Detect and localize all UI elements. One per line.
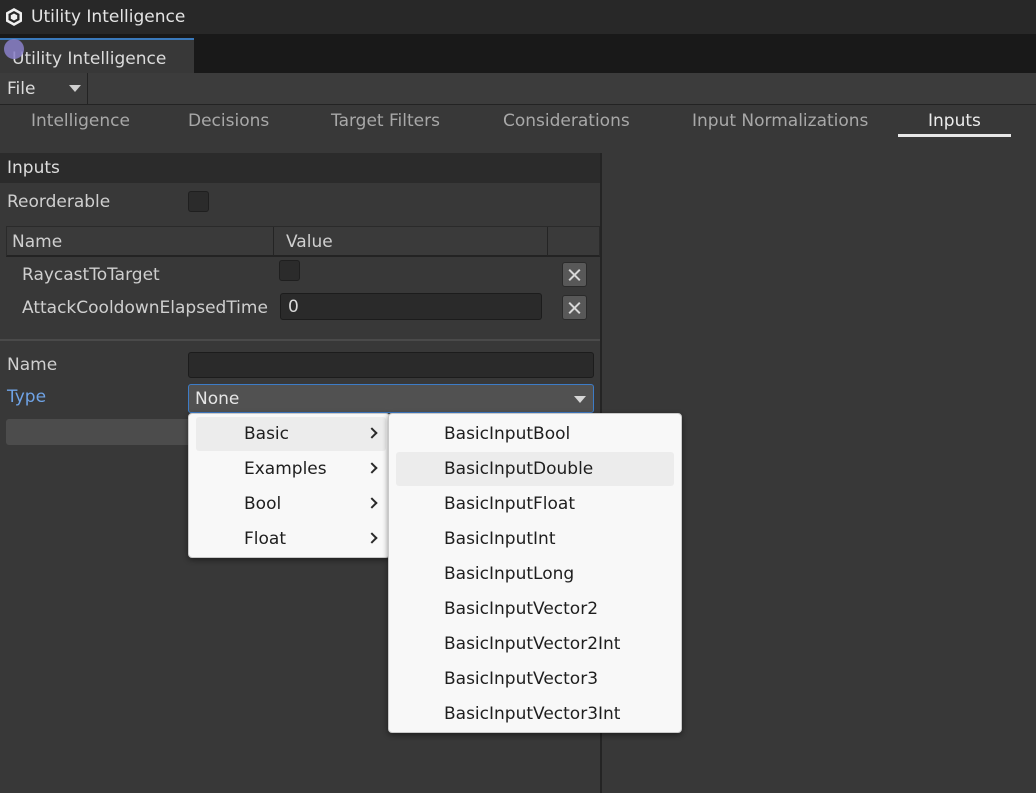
inputs-section-header: Inputs xyxy=(0,153,600,183)
menu-item-label: BasicInputLong xyxy=(444,564,575,584)
menu-item-label: Basic xyxy=(244,424,290,444)
remove-row-button[interactable] xyxy=(562,262,587,287)
divider xyxy=(0,339,600,341)
menu-item-examples[interactable]: Examples xyxy=(196,452,386,486)
menu-item-float[interactable]: Float xyxy=(196,522,386,556)
menu-item-label: BasicInputVector2Int xyxy=(444,634,621,654)
menu-item-basic[interactable]: Basic xyxy=(196,417,386,451)
chevron-down-icon xyxy=(69,85,81,92)
tab-target-filters[interactable]: Target Filters xyxy=(331,111,440,131)
remove-row-button[interactable] xyxy=(562,295,587,320)
menu-item-basic-input-int[interactable]: BasicInputInt xyxy=(396,522,674,556)
name-label: Name xyxy=(7,355,58,375)
menu-item-label: BasicInputFloat xyxy=(444,494,576,514)
tab-inputs[interactable]: Inputs xyxy=(928,111,981,131)
basic-submenu: BasicInputBool BasicInputDouble BasicInp… xyxy=(388,413,682,733)
field-value: 0 xyxy=(288,296,299,317)
menu-item-label: Examples xyxy=(244,459,327,479)
menu-item-label: BasicInputVector3 xyxy=(444,669,599,689)
chevron-down-icon xyxy=(574,396,586,403)
row-name: AttackCooldownElapsedTime xyxy=(22,298,268,318)
type-dropdown[interactable]: None xyxy=(188,384,594,413)
type-label: Type xyxy=(7,387,47,407)
attack-cooldown-value-field[interactable]: 0 xyxy=(280,293,542,320)
reorderable-label: Reorderable xyxy=(7,192,111,212)
file-menu-button[interactable]: File xyxy=(0,73,88,104)
raycast-value-checkbox[interactable] xyxy=(279,260,300,281)
column-header-value: Value xyxy=(286,232,333,252)
menu-item-basic-input-vector2int[interactable]: BasicInputVector2Int xyxy=(396,627,674,661)
reorderable-checkbox[interactable] xyxy=(188,191,209,212)
chevron-right-icon xyxy=(366,462,378,474)
cursor-indicator-icon xyxy=(4,39,24,59)
chevron-right-icon xyxy=(366,532,378,544)
row-name: RaycastToTarget xyxy=(22,265,160,285)
window-title: Utility Intelligence xyxy=(31,7,186,27)
active-tab-indicator xyxy=(898,134,1011,137)
tab-decisions[interactable]: Decisions xyxy=(188,111,269,131)
column-divider[interactable] xyxy=(273,227,274,256)
window-titlebar: Utility Intelligence xyxy=(0,0,1036,34)
menu-item-label: Float xyxy=(244,529,286,549)
menu-item-basic-input-bool[interactable]: BasicInputBool xyxy=(396,417,674,451)
menu-item-basic-input-long[interactable]: BasicInputLong xyxy=(396,557,674,591)
tab-considerations[interactable]: Considerations xyxy=(503,111,630,131)
tab-label: Utility Intelligence xyxy=(12,49,167,69)
menu-item-label: Bool xyxy=(244,494,282,514)
column-header-name: Name xyxy=(12,232,63,252)
menu-item-label: BasicInputVector2 xyxy=(444,599,599,619)
chevron-right-icon xyxy=(366,427,378,439)
menu-item-basic-input-double[interactable]: BasicInputDouble xyxy=(396,452,674,486)
menu-item-label: BasicInputInt xyxy=(444,529,556,549)
tab-intelligence[interactable]: Intelligence xyxy=(31,111,130,131)
add-input-button[interactable] xyxy=(6,419,192,445)
file-menu-label: File xyxy=(7,78,36,99)
chevron-right-icon xyxy=(366,497,378,509)
type-dropdown-value: None xyxy=(195,389,240,409)
nav-tabs: Intelligence Decisions Target Filters Co… xyxy=(0,105,1036,141)
inputs-table-header: Name Value xyxy=(6,226,600,257)
editor-tab-strip: Utility Intelligence xyxy=(0,34,1036,73)
menu-item-label: BasicInputVector3Int xyxy=(444,704,621,724)
menu-item-label: BasicInputDouble xyxy=(444,459,594,479)
menu-item-basic-input-vector3[interactable]: BasicInputVector3 xyxy=(396,662,674,696)
menu-item-bool[interactable]: Bool xyxy=(196,487,386,521)
tab-input-normalizations[interactable]: Input Normalizations xyxy=(692,111,868,131)
tab-utility-intelligence[interactable]: Utility Intelligence xyxy=(0,38,194,73)
toolbar: File xyxy=(0,73,1036,105)
section-title: Inputs xyxy=(7,158,60,178)
column-divider[interactable] xyxy=(547,227,548,256)
menu-item-label: BasicInputBool xyxy=(444,424,571,444)
menu-item-basic-input-vector3int[interactable]: BasicInputVector3Int xyxy=(396,697,674,731)
name-input[interactable] xyxy=(188,352,594,378)
type-category-menu: Basic Examples Bool Float xyxy=(188,413,390,558)
menu-item-basic-input-vector2[interactable]: BasicInputVector2 xyxy=(396,592,674,626)
menu-item-basic-input-float[interactable]: BasicInputFloat xyxy=(396,487,674,521)
unity-logo-icon xyxy=(6,8,22,26)
